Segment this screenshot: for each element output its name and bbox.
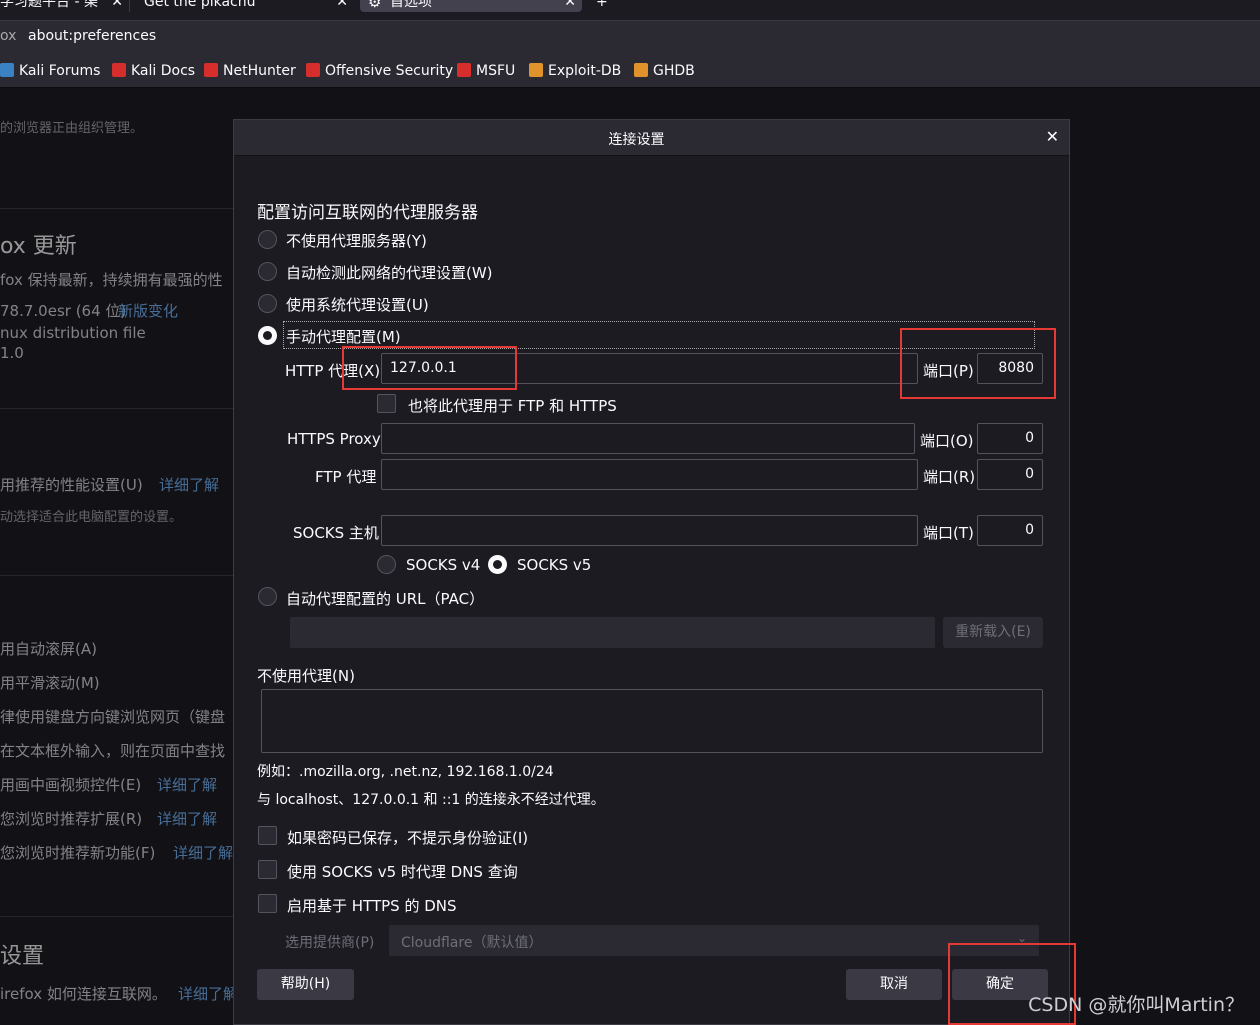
provider-select[interactable]: Cloudflare（默认值） ⌄ xyxy=(389,925,1039,956)
no-proxy-label: 不使用代理服务器(Y) xyxy=(286,232,427,250)
watermark: CSDN @就你叫Martin？ xyxy=(1028,994,1244,1016)
close-icon[interactable]: ✕ xyxy=(564,0,576,12)
radio-auto-detect[interactable] xyxy=(258,262,277,281)
tab-label: 首选项 xyxy=(390,0,432,10)
bookmark-label: Exploit-DB xyxy=(548,63,622,79)
no-proxy-for-label: 不使用代理(N) xyxy=(257,667,355,685)
bookmark-kali-docs[interactable]: Kali Docs xyxy=(112,63,195,79)
provider-value: Cloudflare（默认值） xyxy=(401,935,543,951)
ftp-port-label: 端口(R) xyxy=(923,468,976,486)
bookmark-label: Kali Docs xyxy=(131,63,196,79)
bookmark-exploit-db[interactable]: Exploit-DB xyxy=(529,63,621,79)
connection-settings-dialog: 连接设置 ✕ 配置访问互联网的代理服务器 不使用代理服务器(Y) 自动检测此网络… xyxy=(233,119,1070,1025)
kali-docs-icon xyxy=(112,63,126,77)
tab-preferences[interactable]: ⚙ 首选项 ✕ xyxy=(360,0,582,12)
help-button[interactable]: 帮助(H) xyxy=(257,969,354,1000)
tab-strip: 学习题平台 - 渠 ✕ Get the pikachu ✕ ⚙ 首选项 ✕ + xyxy=(0,0,1260,20)
nethunter-icon xyxy=(204,63,218,77)
auth-prompt-checkbox[interactable] xyxy=(258,826,277,845)
doh-checkbox[interactable] xyxy=(258,894,277,913)
offsec-icon xyxy=(306,63,320,77)
kali-dragon-icon xyxy=(0,63,14,77)
socks-host-input[interactable] xyxy=(381,515,918,546)
tab-learning-platform[interactable]: 学习题平台 - 渠 ✕ xyxy=(0,0,130,12)
bookmark-msfu[interactable]: MSFU xyxy=(457,63,515,79)
socks-port-input[interactable]: 0 xyxy=(977,515,1043,546)
reload-button[interactable]: 重新载入(E) xyxy=(943,617,1043,648)
bookmark-label: Kali Forums xyxy=(19,63,101,79)
radio-socks-v5[interactable] xyxy=(488,555,507,574)
pac-label: 自动代理配置的 URL（PAC） xyxy=(286,590,485,608)
ftp-port-input[interactable]: 0 xyxy=(977,459,1043,490)
socks-port-label: 端口(T) xyxy=(923,524,974,542)
socks-v4-label: SOCKS v4 xyxy=(406,556,481,574)
no-proxy-for-textarea[interactable] xyxy=(261,689,1043,753)
close-icon[interactable]: ✕ xyxy=(336,0,348,12)
pac-url-input[interactable] xyxy=(290,617,935,648)
radio-system-proxy[interactable] xyxy=(258,294,277,313)
bookmark-kali-forums[interactable]: Kali Forums xyxy=(0,63,100,79)
https-port-input[interactable]: 0 xyxy=(977,423,1043,454)
bookmark-label: Offensive Security xyxy=(325,63,454,79)
https-port-label: 端口(O) xyxy=(920,432,974,450)
close-icon[interactable]: ✕ xyxy=(111,0,123,12)
doh-label: 启用基于 HTTPS 的 DNS xyxy=(287,897,457,915)
no-proxy-example: 例如：.mozilla.org, .net.nz, 192.168.1.0/24 xyxy=(257,764,554,780)
auth-prompt-label: 如果密码已保存，不提示身份验证(I) xyxy=(287,829,529,847)
bookmarks-toolbar: Kali Forums Kali Docs NetHunter Offensiv… xyxy=(0,52,1260,88)
url-bar[interactable]: ox about:preferences xyxy=(0,20,1260,52)
ftp-proxy-label: FTP 代理 xyxy=(315,468,377,486)
https-proxy-input[interactable] xyxy=(381,423,915,454)
socks-host-label: SOCKS 主机 xyxy=(293,524,379,542)
socks-v5-label: SOCKS v5 xyxy=(517,556,592,574)
bookmark-label: GHDB xyxy=(653,63,695,79)
close-icon[interactable]: ✕ xyxy=(1046,127,1059,146)
bookmark-ghdb[interactable]: GHDB xyxy=(634,63,695,79)
proxy-heading: 配置访问互联网的代理服务器 xyxy=(257,203,478,223)
ghdb-icon xyxy=(634,63,648,77)
system-proxy-label: 使用系统代理设置(U) xyxy=(286,296,429,314)
annotation-box-port xyxy=(900,328,1056,399)
localhost-note: 与 localhost、127.0.0.1 和 ::1 的连接永不经过代理。 xyxy=(257,792,605,808)
dialog-title: 连接设置 xyxy=(608,132,665,148)
also-use-label: 也将此代理用于 FTP 和 HTTPS xyxy=(408,397,617,415)
tab-label: 学习题平台 - 渠 xyxy=(0,0,98,10)
proxy-dns-label: 使用 SOCKS v5 时代理 DNS 查询 xyxy=(287,863,518,881)
bookmark-label: NetHunter xyxy=(223,63,296,79)
new-tab-button[interactable]: + xyxy=(596,0,616,12)
offsec-icon xyxy=(457,63,471,77)
cancel-button[interactable]: 取消 xyxy=(846,969,942,1000)
tab-label: Get the pikachu xyxy=(144,0,256,10)
url-input[interactable]: about:preferences xyxy=(28,28,156,44)
bookmark-nethunter[interactable]: NetHunter xyxy=(204,63,296,79)
bookmark-offensive-security[interactable]: Offensive Security xyxy=(306,63,453,79)
manual-proxy-label: 手动代理配置(M) xyxy=(286,328,401,346)
ftp-proxy-input[interactable] xyxy=(381,459,918,490)
auto-detect-label: 自动检测此网络的代理设置(W) xyxy=(286,264,493,282)
exploit-db-icon xyxy=(529,63,543,77)
annotation-box-http-proxy xyxy=(342,346,517,390)
tab-pikachu[interactable]: Get the pikachu ✕ xyxy=(136,0,354,12)
https-proxy-label: HTTPS Proxy xyxy=(287,430,381,448)
dialog-titlebar: 连接设置 ✕ xyxy=(234,120,1069,156)
proxy-dns-checkbox[interactable] xyxy=(258,860,277,879)
radio-socks-v4[interactable] xyxy=(377,555,396,574)
also-use-checkbox[interactable] xyxy=(377,394,396,413)
radio-manual-proxy[interactable] xyxy=(258,326,277,345)
provider-label: 选用提供商(P) xyxy=(285,935,375,951)
gear-icon: ⚙ xyxy=(368,0,382,11)
bookmark-label: MSFU xyxy=(476,63,516,79)
identity-label: ox xyxy=(0,28,17,44)
radio-no-proxy[interactable] xyxy=(258,230,277,249)
radio-pac[interactable] xyxy=(258,587,277,606)
